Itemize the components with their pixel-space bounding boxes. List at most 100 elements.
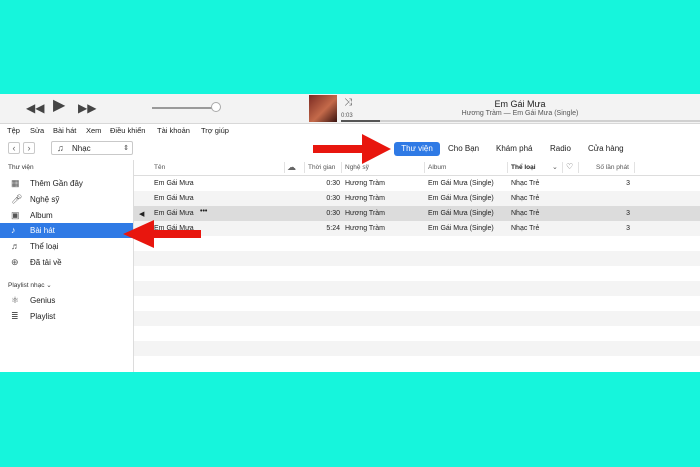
download-icon: ⊕	[11, 257, 19, 267]
cell-time: 5:24	[326, 225, 340, 232]
sidebar-item-albums[interactable]: ▣ Album	[0, 208, 133, 223]
more-options-icon[interactable]: •••	[200, 208, 207, 215]
now-playing-title: Em Gái Mưa	[494, 99, 546, 109]
album-artwork[interactable]	[309, 95, 337, 122]
annotation-arrow-songs	[123, 220, 201, 248]
menu-view[interactable]: Xem	[86, 126, 101, 135]
now-playing-subtitle: Hương Tràm — Em Gái Mưa (Single)	[461, 110, 579, 117]
table-row[interactable]: Em Gái Mưa 0:30 Hương Tràm Em Gái Mưa (Sing…	[134, 191, 700, 206]
recent-grid-icon: ▦	[11, 178, 20, 188]
shuffle-icon[interactable]: ⤨	[344, 97, 352, 108]
forward-button[interactable]: ›	[23, 142, 35, 154]
music-note-icon: ♪	[11, 225, 16, 235]
divider	[507, 162, 508, 173]
sidebar-item-label: Thể loại	[30, 242, 59, 251]
cell-album: Em Gái Mưa (Single)	[428, 225, 494, 232]
empty-row	[134, 341, 700, 356]
elapsed-time: 0:03	[341, 113, 353, 119]
sidebar-item-songs[interactable]: ♪ Bài hát	[0, 223, 133, 238]
table-row[interactable]: Em Gái Mưa 0:30 Hương Tràm Em Gái Mưa (Sing…	[134, 206, 700, 221]
empty-row	[134, 251, 700, 266]
empty-row	[134, 296, 700, 311]
empty-row	[134, 326, 700, 341]
sidebar-item-genres[interactable]: ♬ Thể loại	[0, 239, 133, 254]
cell-plays: 3	[626, 225, 630, 232]
empty-row	[134, 311, 700, 326]
sidebar-item-label: Thêm Gần đây	[30, 179, 83, 188]
cell-plays: 3	[626, 210, 630, 217]
tab-browse[interactable]: Khám phá	[496, 142, 532, 156]
rewind-button[interactable]: ◀◀	[26, 101, 44, 115]
cell-album: Em Gái Mưa (Single)	[428, 180, 494, 187]
cell-album: Em Gái Mưa (Single)	[428, 195, 494, 202]
artist-mic-icon: 🎤︎	[11, 194, 23, 204]
sidebar-item-playlist[interactable]: ≣ Playlist	[0, 309, 133, 324]
song-list: Tên ☁ Thời gian Nghệ sỹ Album Thể loại ⌄…	[134, 160, 700, 372]
menu-edit[interactable]: Sửa	[30, 126, 44, 135]
progress-bar[interactable]	[341, 120, 700, 122]
cell-artist: Hương Tràm	[345, 210, 386, 217]
column-plays[interactable]: Số lần phát	[596, 164, 629, 171]
empty-row	[134, 236, 700, 251]
now-playing-speaker-icon: ◀	[139, 211, 145, 218]
album-icon: ▣	[11, 210, 20, 220]
play-button[interactable]: ▶	[53, 98, 65, 114]
cell-album: Em Gái Mưa (Single)	[428, 210, 494, 217]
tab-store[interactable]: Cửa hàng	[588, 142, 624, 156]
cell-artist: Hương Tràm	[345, 180, 386, 187]
sidebar-item-downloaded[interactable]: ⊕ Đã tải về	[0, 255, 133, 270]
sidebar-item-label: Genius	[30, 296, 56, 305]
player-bar: ◀◀ ▶ ▶▶ ⤨ 0:03 Em Gái Mưa Hương Tràm — E…	[0, 94, 700, 124]
cell-time: 0:30	[326, 195, 340, 202]
divider	[562, 162, 563, 173]
fast-forward-button[interactable]: ▶▶	[78, 101, 96, 115]
sidebar-item-genius[interactable]: ⚛ Genius	[0, 293, 133, 308]
menu-file[interactable]: Tệp	[7, 126, 20, 135]
playlist-icon: ≣	[11, 311, 19, 321]
tab-for-you[interactable]: Cho Bạn	[448, 142, 479, 156]
cell-name: Em Gái Mưa	[154, 195, 194, 202]
empty-row	[134, 281, 700, 296]
tab-library[interactable]: Thư viện	[394, 142, 440, 156]
cloud-icon[interactable]: ☁	[287, 162, 296, 173]
cell-genre: Nhạc Trẻ	[511, 225, 540, 232]
column-genre[interactable]: Thể loại	[511, 164, 536, 171]
cell-genre: Nhạc Trẻ	[511, 195, 540, 202]
updown-chevron-icon: ⇕	[123, 145, 129, 152]
divider	[424, 162, 425, 173]
genius-atom-icon: ⚛	[11, 295, 20, 305]
empty-row	[134, 356, 700, 371]
volume-slider[interactable]	[152, 107, 216, 109]
playlist-heading[interactable]: Playlist nhạc ⌄	[8, 281, 52, 289]
sidebar-item-label: Bài hát	[30, 226, 55, 235]
sort-chevron-icon: ⌄	[552, 164, 558, 171]
volume-knob[interactable]	[211, 102, 221, 112]
menu-controls[interactable]: Điều khiển	[110, 126, 145, 135]
cell-plays: 3	[626, 180, 630, 187]
media-picker[interactable]: ♫ Nhạc ⇕	[51, 141, 133, 155]
column-header: Tên ☁ Thời gian Nghệ sỹ Album Thể loại ⌄…	[134, 160, 700, 176]
table-row[interactable]: Em Gái Mưa 0:30 Hương Tràm Em Gái Mưa (Sing…	[134, 176, 700, 191]
tab-radio[interactable]: Radio	[550, 142, 571, 156]
column-name[interactable]: Tên	[154, 164, 165, 171]
sidebar-item-label: Album	[30, 211, 53, 220]
genre-icon: ♬	[11, 241, 20, 251]
cell-genre: Nhạc Trẻ	[511, 180, 540, 187]
sidebar-item-recently-added[interactable]: ▦ Thêm Gần đây	[0, 176, 133, 191]
cell-time: 0:30	[326, 180, 340, 187]
sidebar-item-label: Đã tải về	[30, 258, 62, 267]
progress-fill	[341, 120, 381, 122]
menu-help[interactable]: Trợ giúp	[201, 126, 229, 135]
cell-genre: Nhạc Trẻ	[511, 210, 540, 217]
menu-account[interactable]: Tài khoản	[157, 126, 190, 135]
table-row[interactable]: Em Gái Mưa 5:24 Hương Tràm Em Gái Mưa (Sing…	[134, 221, 700, 236]
sidebar-item-label: Nghệ sỹ	[30, 195, 60, 204]
menu-song[interactable]: Bài hát	[53, 126, 76, 135]
sidebar: Thư viện ▦ Thêm Gần đây 🎤︎ Nghệ sỹ ▣ Alb…	[0, 160, 134, 372]
back-button[interactable]: ‹	[8, 142, 20, 154]
heart-icon[interactable]: ♡	[566, 162, 573, 171]
sidebar-item-artists[interactable]: 🎤︎ Nghệ sỹ	[0, 192, 133, 207]
music-note-icon: ♫	[57, 143, 64, 153]
divider	[578, 162, 579, 173]
column-album[interactable]: Album	[428, 164, 446, 171]
